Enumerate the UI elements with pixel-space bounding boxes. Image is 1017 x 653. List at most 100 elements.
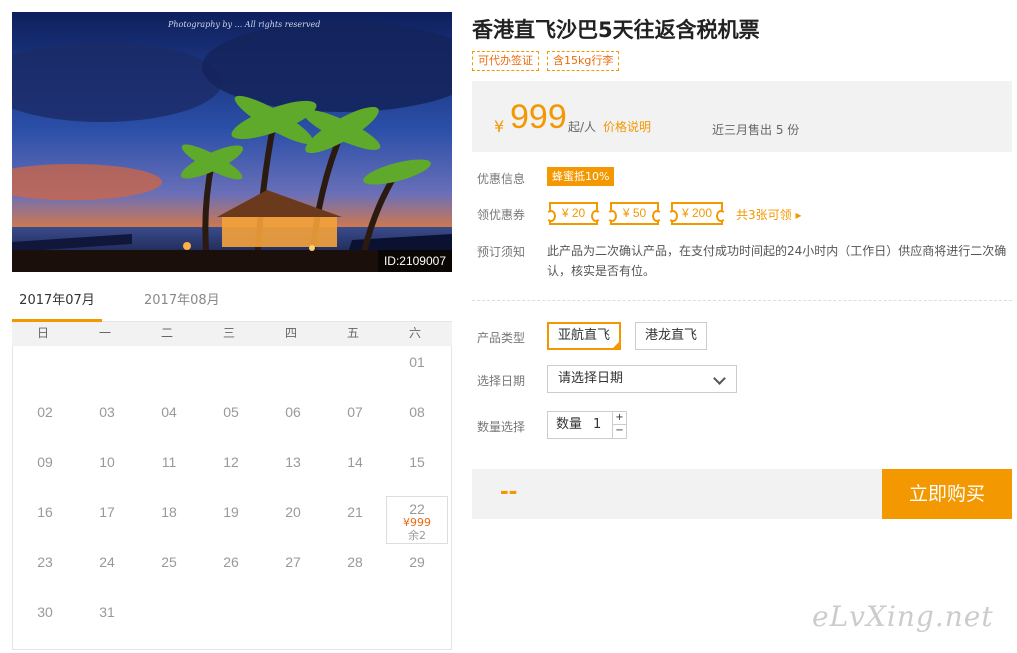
- quantity-stepper: 数量 1 + −: [547, 411, 627, 439]
- calendar-weekday-header: 日 一 二 三 四 五 六: [12, 322, 452, 346]
- day-number: 19: [223, 504, 239, 520]
- site-watermark: eLvXing.net: [812, 600, 994, 633]
- day-number: 27: [285, 554, 301, 570]
- calendar-day-12: 12: [200, 446, 262, 494]
- weekday-fri: 五: [346, 326, 359, 340]
- calendar-day-01: 01: [386, 346, 448, 394]
- day-number: 25: [161, 554, 177, 570]
- day-number: 30: [37, 604, 53, 620]
- calendar-day-15: 15: [386, 446, 448, 494]
- calendar-day-28: 28: [324, 546, 386, 594]
- promo-badge: 蜂蜜抵10%: [547, 167, 615, 186]
- tab-month-august[interactable]: 2017年08月: [144, 284, 220, 322]
- buy-now-button[interactable]: 立即购买: [882, 469, 1012, 519]
- calendar-day-13: 13: [262, 446, 324, 494]
- beach-sunset-image: [12, 12, 452, 272]
- calendar-day-29: 29: [386, 546, 448, 594]
- day-number: 12: [223, 454, 239, 470]
- calendar-day-18: 18: [138, 496, 200, 544]
- tab-month-july[interactable]: 2017年07月: [12, 284, 102, 322]
- day-number: 04: [161, 404, 177, 420]
- weekday-wed: 三: [222, 326, 235, 340]
- option-label: 亚航直飞: [558, 328, 611, 343]
- product-title: 香港直飞沙巴5天往返含税机票: [472, 18, 760, 42]
- day-number: 06: [285, 404, 301, 420]
- calendar-day-03: 03: [76, 396, 138, 444]
- day-number: 16: [37, 504, 53, 520]
- day-remaining: 余2: [408, 529, 426, 542]
- coupon-more-link[interactable]: 共3张可领 ▸: [736, 206, 801, 223]
- day-number: 23: [37, 554, 53, 570]
- day-number: 21: [347, 504, 363, 520]
- quantity-value[interactable]: 1: [593, 412, 601, 438]
- calendar-day-19: 19: [200, 496, 262, 544]
- day-number: 08: [409, 404, 425, 420]
- day-number: 10: [99, 454, 115, 470]
- date-select-value: 请选择日期: [558, 371, 624, 386]
- product-type-label: 产品类型: [477, 331, 526, 345]
- day-number: 15: [409, 454, 425, 470]
- product-tags: 可代办签证 含15kg行李: [472, 51, 620, 71]
- quantity-prefix: 数量: [556, 417, 583, 432]
- coupon-200[interactable]: ¥ 200: [668, 202, 726, 225]
- stepper-controls: + −: [612, 412, 626, 438]
- calendar-day-25: 25: [138, 546, 200, 594]
- weekday-sat: 六: [408, 326, 421, 340]
- price-currency: ¥: [494, 117, 505, 136]
- minus-icon[interactable]: −: [613, 425, 626, 438]
- calendar-day-08: 08: [386, 396, 448, 444]
- calendar-day-22[interactable]: 22 ¥999 余2: [386, 496, 448, 544]
- photo-watermark: Photography by ... All rights reserved: [168, 20, 321, 29]
- day-number: 29: [409, 554, 425, 570]
- sales-count: 近三月售出 5 份: [712, 123, 800, 137]
- day-number: 13: [285, 454, 301, 470]
- tag-luggage: 含15kg行李: [547, 51, 620, 71]
- calendar-day-23: 23: [14, 546, 76, 594]
- calendar-day-16: 16: [14, 496, 76, 544]
- selected-check-icon: [611, 340, 622, 350]
- calendar-day-06: 06: [262, 396, 324, 444]
- date-select-dropdown[interactable]: 请选择日期: [547, 365, 737, 393]
- option-label: 港龙直飞: [645, 328, 698, 343]
- day-number: 22: [409, 501, 425, 517]
- calendar-day-24: 24: [76, 546, 138, 594]
- day-number: 05: [223, 404, 239, 420]
- day-number: 18: [161, 504, 177, 520]
- notice-label: 预订须知: [477, 245, 526, 259]
- calendar-day-27: 27: [262, 546, 324, 594]
- calendar-day-09: 09: [14, 446, 76, 494]
- calendar-day-04: 04: [138, 396, 200, 444]
- day-number: 03: [99, 404, 115, 420]
- day-number: 31: [99, 604, 115, 620]
- total-price: --: [500, 475, 518, 505]
- option-airasia-direct[interactable]: 亚航直飞: [547, 322, 622, 350]
- date-select-label: 选择日期: [477, 374, 526, 388]
- calendar-day-07: 07: [324, 396, 386, 444]
- plus-icon[interactable]: +: [613, 412, 626, 425]
- coupon-50[interactable]: ¥ 50: [607, 202, 662, 225]
- price-unit: 起/人: [568, 120, 597, 134]
- day-number: 11: [161, 454, 177, 470]
- day-number: 28: [347, 554, 363, 570]
- coupon-label: 领优惠券: [477, 208, 526, 222]
- booking-notice-text: 此产品为二次确认产品，在支付成功时间起的24小时内（工作日）供应商将进行二次确认…: [547, 244, 1007, 278]
- price-explain-link[interactable]: 价格说明: [603, 118, 651, 135]
- calendar-day-02: 02: [14, 396, 76, 444]
- calendar-day-11: 11: [138, 446, 200, 494]
- price-amount: 999: [510, 98, 567, 136]
- day-price: ¥999: [403, 516, 431, 529]
- section-divider: [472, 300, 1012, 301]
- weekday-thu: 四: [284, 326, 297, 340]
- calendar-day-20: 20: [262, 496, 324, 544]
- photo-id-label: ID:2109007: [377, 250, 452, 272]
- quantity-label: 数量选择: [477, 420, 526, 434]
- coupon-20[interactable]: ¥ 20: [546, 202, 601, 225]
- calendar-grid: 01 02 03 04 05 06 07 08 09 10 11 12 13 14 15 16 17 18 19 20…: [12, 346, 452, 650]
- calendar-day-14: 14: [324, 446, 386, 494]
- purchase-bar: -- 立即购买: [472, 469, 1012, 519]
- option-dragonair-direct[interactable]: 港龙直飞: [635, 322, 708, 350]
- promo-label: 优惠信息: [477, 172, 526, 186]
- day-number: 17: [99, 504, 115, 520]
- weekday-mon: 一: [98, 326, 111, 340]
- calendar-month-tabs: 2017年07月 2017年08月: [12, 284, 452, 322]
